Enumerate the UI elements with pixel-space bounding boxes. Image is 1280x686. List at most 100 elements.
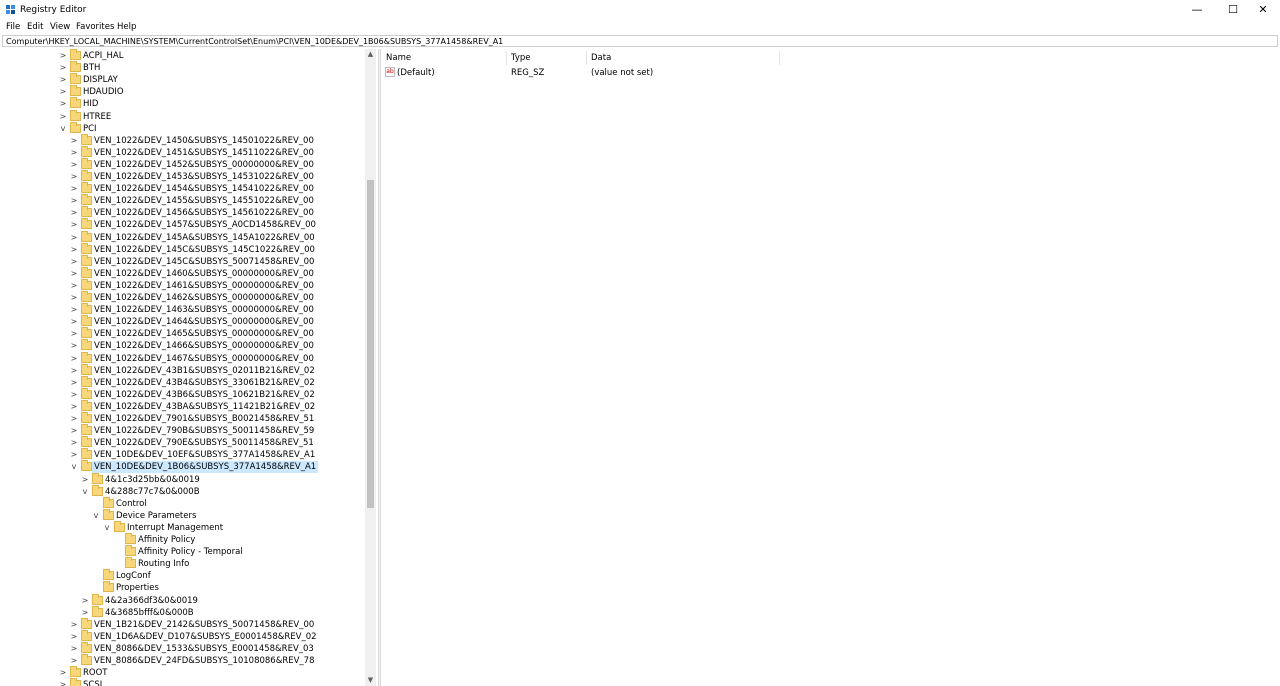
- expand-chevron-icon[interactable]: >: [70, 292, 78, 304]
- menu-view[interactable]: View: [50, 22, 70, 32]
- tree-node[interactable]: > VEN_1022&DEV_1454&SUBSYS_14541022&REV_0…: [0, 182, 365, 195]
- collapse-chevron-icon[interactable]: v: [81, 486, 89, 498]
- expand-chevron-icon[interactable]: >: [70, 413, 78, 425]
- tree-node[interactable]: > VEN_1022&DEV_1456&SUBSYS_14561022&REV_0…: [0, 206, 365, 219]
- tree-node[interactable]: > VEN_1022&DEV_1457&SUBSYS_A0CD1458&REV_0…: [0, 218, 365, 231]
- tree-node[interactable]: > VEN_1022&DEV_43B1&SUBSYS_02011B21&REV_0…: [0, 363, 365, 377]
- tree-node[interactable]: Affinity Policy: [0, 533, 365, 546]
- tree-node[interactable]: > SCSI: [0, 678, 365, 686]
- close-button[interactable]: ✕: [1246, 0, 1280, 20]
- pane-splitter[interactable]: [378, 49, 381, 686]
- expand-chevron-icon[interactable]: >: [59, 50, 67, 62]
- expand-chevron-icon[interactable]: >: [70, 631, 78, 643]
- expand-chevron-icon[interactable]: >: [70, 135, 78, 147]
- column-divider[interactable]: [586, 51, 587, 65]
- tree-node[interactable]: > VEN_1022&DEV_1460&SUBSYS_00000000&REV_0…: [0, 266, 365, 280]
- tree-node[interactable]: > VEN_1022&DEV_145A&SUBSYS_145A1022&REV_0…: [0, 230, 365, 244]
- expand-chevron-icon[interactable]: >: [70, 377, 78, 389]
- expand-chevron-icon[interactable]: >: [70, 643, 78, 655]
- tree-node[interactable]: v 4&288c77c7&0&000B: [0, 484, 365, 498]
- collapse-chevron-icon[interactable]: v: [70, 461, 78, 473]
- column-divider[interactable]: [506, 51, 507, 65]
- column-divider[interactable]: [779, 51, 780, 65]
- tree-node[interactable]: > HTREE: [0, 109, 365, 123]
- tree-node[interactable]: > VEN_1022&DEV_43B6&SUBSYS_10621B21&REV_0…: [0, 387, 365, 401]
- tree-node[interactable]: > VEN_1022&DEV_1451&SUBSYS_14511022&REV_0…: [0, 145, 365, 159]
- tree-node[interactable]: > VEN_1022&DEV_1452&SUBSYS_00000000&REV_0…: [0, 157, 365, 171]
- tree-node[interactable]: > VEN_1022&DEV_1465&SUBSYS_00000000&REV_0…: [0, 327, 365, 340]
- tree-node[interactable]: >4&1c3d25bb&0&0019: [0, 472, 365, 486]
- values-pane[interactable]: Name Type Data ab (Default) REG_SZ (valu…: [382, 49, 1280, 686]
- tree-node[interactable]: v VEN_10DE&DEV_1B06&SUBSYS_377A1458&REV_A…: [0, 460, 365, 474]
- expand-chevron-icon[interactable]: >: [59, 679, 67, 686]
- expand-chevron-icon[interactable]: >: [70, 437, 78, 449]
- expand-chevron-icon[interactable]: >: [70, 195, 78, 207]
- expand-chevron-icon[interactable]: >: [70, 147, 78, 159]
- expand-chevron-icon[interactable]: >: [70, 401, 78, 413]
- tree-node[interactable]: > VEN_1D6A&DEV_D107&SUBSYS_E0001458&REV_0…: [0, 629, 365, 643]
- column-header-name[interactable]: Name: [386, 53, 411, 63]
- tree-node[interactable]: > VEN_8086&DEV_24FD&SUBSYS_10108086&REV_7…: [0, 654, 365, 667]
- column-header-type[interactable]: Type: [511, 53, 531, 63]
- tree-node[interactable]: Affinity Policy - Temporal: [0, 545, 365, 558]
- expand-chevron-icon[interactable]: >: [59, 62, 67, 74]
- tree-node[interactable]: > VEN_1022&DEV_1461&SUBSYS_00000000&REV_0…: [0, 278, 365, 292]
- scroll-thumb[interactable]: [367, 180, 374, 508]
- menu-help[interactable]: Help: [117, 22, 136, 32]
- tree-node[interactable]: > BTH: [0, 61, 365, 74]
- collapse-chevron-icon[interactable]: v: [92, 510, 100, 522]
- expand-chevron-icon[interactable]: >: [70, 207, 78, 219]
- tree-node[interactable]: > VEN_1022&DEV_1463&SUBSYS_00000000&REV_0…: [0, 303, 365, 316]
- expand-chevron-icon[interactable]: >: [70, 159, 78, 171]
- tree-node[interactable]: v Device Parameters: [0, 508, 365, 522]
- expand-chevron-icon[interactable]: >: [70, 280, 78, 292]
- tree-node[interactable]: > ACPI_HAL: [0, 49, 365, 62]
- tree-node[interactable]: >4&3685bfff&0&000B: [0, 605, 365, 619]
- tree-node[interactable]: > VEN_1022&DEV_145C&SUBSYS_50071458&REV_0…: [0, 254, 365, 268]
- expand-chevron-icon[interactable]: >: [70, 316, 78, 328]
- expand-chevron-icon[interactable]: >: [59, 111, 67, 123]
- tree-node[interactable]: > VEN_1022&DEV_1462&SUBSYS_00000000&REV_0…: [0, 291, 365, 304]
- expand-chevron-icon[interactable]: >: [59, 667, 67, 679]
- collapse-chevron-icon[interactable]: v: [103, 522, 111, 534]
- tree-scrollbar[interactable]: ▲ ▼: [365, 49, 376, 686]
- collapse-chevron-icon[interactable]: v: [59, 123, 67, 135]
- expand-chevron-icon[interactable]: >: [70, 244, 78, 256]
- tree-node[interactable]: > HDAUDIO: [0, 85, 365, 98]
- tree-node[interactable]: v Interrupt Management: [0, 520, 365, 534]
- tree-node[interactable]: > VEN_1022&DEV_7901&SUBSYS_B0021458&REV_5…: [0, 412, 365, 425]
- expand-chevron-icon[interactable]: >: [81, 474, 89, 486]
- tree-node[interactable]: > ROOT: [0, 666, 365, 679]
- expand-chevron-icon[interactable]: >: [70, 389, 78, 401]
- tree-node[interactable]: > HID: [0, 97, 365, 110]
- scroll-down-arrow-icon[interactable]: ▼: [365, 675, 376, 686]
- expand-chevron-icon[interactable]: >: [70, 340, 78, 352]
- tree-node[interactable]: Properties: [0, 581, 365, 594]
- expand-chevron-icon[interactable]: >: [70, 328, 78, 340]
- tree-node[interactable]: > DISPLAY: [0, 73, 365, 86]
- expand-chevron-icon[interactable]: >: [59, 98, 67, 110]
- tree-node[interactable]: > VEN_1022&DEV_43BA&SUBSYS_11421B21&REV_0…: [0, 399, 365, 413]
- expand-chevron-icon[interactable]: >: [70, 171, 78, 183]
- expand-chevron-icon[interactable]: >: [81, 595, 89, 607]
- expand-chevron-icon[interactable]: >: [70, 256, 78, 268]
- tree-node[interactable]: Control: [0, 496, 365, 510]
- tree-node[interactable]: > VEN_1022&DEV_1453&SUBSYS_14531022&REV_0…: [0, 170, 365, 183]
- expand-chevron-icon[interactable]: >: [70, 268, 78, 280]
- expand-chevron-icon[interactable]: >: [70, 304, 78, 316]
- tree-node[interactable]: > VEN_1022&DEV_145C&SUBSYS_145C1022&REV_0…: [0, 242, 365, 256]
- expand-chevron-icon[interactable]: >: [70, 365, 78, 377]
- scroll-up-arrow-icon[interactable]: ▲: [365, 49, 376, 60]
- address-bar[interactable]: Computer\HKEY_LOCAL_MACHINE\SYSTEM\Curre…: [2, 35, 1278, 47]
- expand-chevron-icon[interactable]: >: [70, 219, 78, 231]
- tree-node[interactable]: > VEN_1022&DEV_43B4&SUBSYS_33061B21&REV_0…: [0, 375, 365, 389]
- minimize-button[interactable]: —: [1180, 0, 1214, 20]
- menu-edit[interactable]: Edit: [27, 22, 43, 32]
- expand-chevron-icon[interactable]: >: [70, 449, 78, 461]
- expand-chevron-icon[interactable]: >: [70, 232, 78, 244]
- tree-node[interactable]: >4&2a366df3&0&0019: [0, 593, 365, 607]
- tree-node[interactable]: > VEN_1B21&DEV_2142&SUBSYS_50071458&REV_0…: [0, 617, 365, 631]
- tree-node[interactable]: > VEN_10DE&DEV_10EF&SUBSYS_377A1458&REV_A…: [0, 448, 365, 461]
- expand-chevron-icon[interactable]: >: [70, 183, 78, 195]
- expand-chevron-icon[interactable]: >: [59, 74, 67, 86]
